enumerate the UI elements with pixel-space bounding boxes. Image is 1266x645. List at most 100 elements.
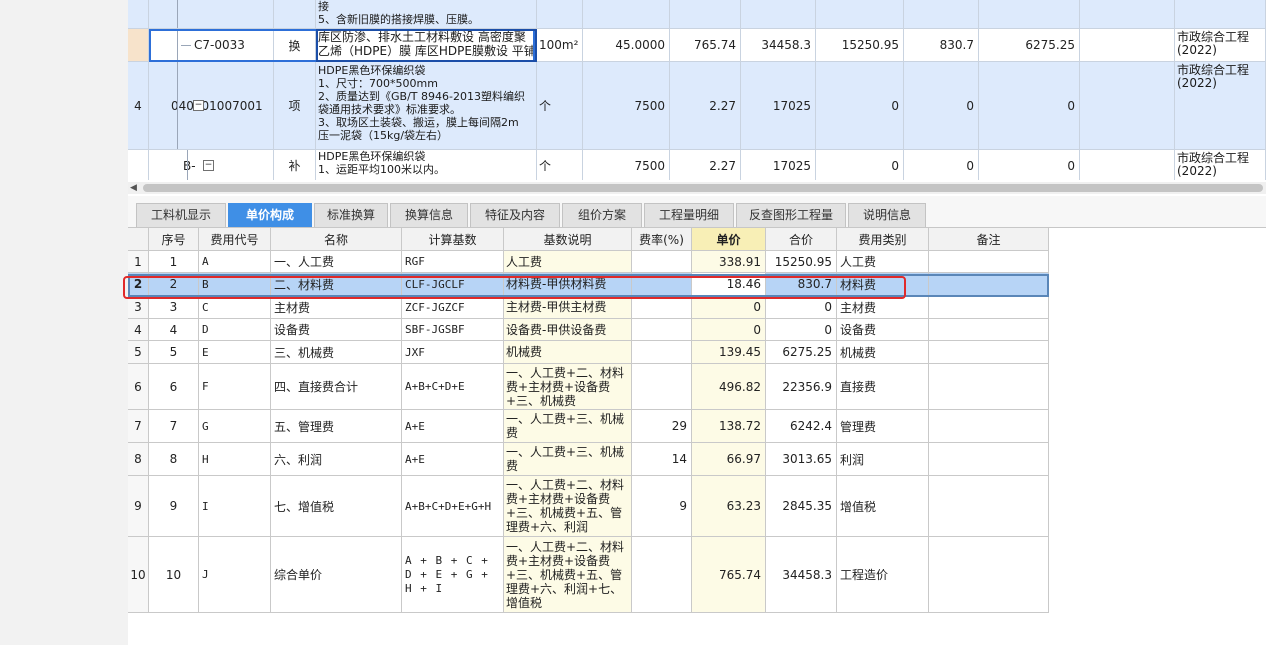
cell-seq[interactable]: 8 <box>149 443 199 476</box>
bill-cell-qty[interactable]: 45.0000 <box>583 29 670 62</box>
cell-total[interactable]: 22356.9 <box>766 364 837 410</box>
table-row[interactable]: 4 4 D 设备费 SBF-JGSBF 设备费-甲供设备费 0 0 设备费 <box>128 319 1049 341</box>
cell-note[interactable] <box>929 537 1049 613</box>
bill-cell-category[interactable]: 市政综合工程 (2022) <box>1175 62 1266 150</box>
bill-cell-f3[interactable]: 0 <box>979 150 1080 180</box>
table-row[interactable]: 5 5 E 三、机械费 JXF 机械费 139.45 6275.25 机械费 <box>128 341 1049 364</box>
column-header[interactable]: 费率(%) <box>632 228 692 251</box>
bill-cell-price[interactable]: 2.27 <box>670 150 741 180</box>
cell-rate[interactable] <box>632 364 692 410</box>
cell-rate[interactable] <box>632 319 692 341</box>
cell-base[interactable]: A+E <box>402 410 504 443</box>
cell-seq[interactable]: 10 <box>149 537 199 613</box>
cell-note[interactable] <box>929 341 1049 364</box>
bill-cell-f1[interactable]: 0 <box>816 150 904 180</box>
bill-cell-price[interactable] <box>670 0 741 29</box>
cell-category[interactable]: 主材费 <box>837 296 929 319</box>
bill-cell-unit[interactable]: 个 <box>537 150 583 180</box>
bill-item-row[interactable]: 4 040701007001− 项 HDPE黑色环保编织袋 1、尺寸：700*500mm… <box>128 62 1266 150</box>
cell-name[interactable]: 五、管理费 <box>271 410 402 443</box>
cell-category[interactable]: 直接费 <box>837 364 929 410</box>
cell-base[interactable]: A + B + C + D + E + G + H + I <box>402 537 504 613</box>
table-row[interactable]: 3 3 C 主材费 ZCF-JGZCF 主材费-甲供主材费 0 0 主材费 <box>128 296 1049 319</box>
bill-cell-unit[interactable]: 100m² <box>537 29 583 62</box>
bill-cell-f1[interactable]: 15250.95 <box>816 29 904 62</box>
bill-cell-total[interactable]: 17025 <box>741 150 816 180</box>
cell-price[interactable]: 765.74 <box>692 537 766 613</box>
cell-name[interactable]: 主材费 <box>271 296 402 319</box>
cell-total[interactable]: 0 <box>766 296 837 319</box>
bill-cell-code[interactable]: 040701007001− <box>149 62 274 150</box>
cell-name[interactable]: 二、材料费 <box>271 273 402 296</box>
cell-base-desc[interactable]: 一、人工费+二、材料费+主材费+设备费+三、机械费+五、管理费+六、利润+七、增… <box>504 537 632 613</box>
cell-base-desc[interactable]: 一、人工费+二、材料费+主材费+设备费+三、机械费+五、管理费+六、利润 <box>504 476 632 537</box>
bill-item-row[interactable]: B- − 补 HDPE黑色环保编织袋 1、运距平均100米以内。个 7500 2.27 170… <box>128 150 1266 180</box>
cell-price[interactable]: 0 <box>692 319 766 341</box>
bill-cell-code[interactable]: B- − <box>149 150 274 180</box>
cell-code[interactable]: G <box>199 410 271 443</box>
cell-category[interactable]: 材料费 <box>837 273 929 296</box>
cell-category[interactable]: 设备费 <box>837 319 929 341</box>
table-row[interactable]: 9 9 I 七、增值税 A+B+C+D+E+G+H 一、人工费+二、材料费+主材费+设备费… <box>128 476 1049 537</box>
cell-code[interactable]: B <box>199 273 271 296</box>
bill-cell-row-no[interactable] <box>128 0 149 29</box>
horizontal-scrollbar[interactable]: ◀ <box>128 182 1266 194</box>
cell-name[interactable]: 设备费 <box>271 319 402 341</box>
cell-rate[interactable] <box>632 251 692 273</box>
cell-base-desc[interactable]: 机械费 <box>504 341 632 364</box>
bill-cell-category[interactable] <box>1175 0 1266 29</box>
collapse-toggle-icon[interactable]: − <box>193 100 204 111</box>
tab-1[interactable]: 单价构成 <box>228 203 312 227</box>
cell-total[interactable]: 15250.95 <box>766 251 837 273</box>
column-header[interactable]: 费用类别 <box>837 228 929 251</box>
cell-price[interactable]: 18.46 <box>692 273 766 296</box>
cell-base-desc[interactable]: 一、人工费+三、机械费 <box>504 410 632 443</box>
cell-base-desc[interactable]: 主材费-甲供主材费 <box>504 296 632 319</box>
bill-cell-price[interactable]: 765.74 <box>670 29 741 62</box>
cell-category[interactable]: 工程造价 <box>837 537 929 613</box>
cell-code[interactable]: E <box>199 341 271 364</box>
cell-name[interactable]: 一、人工费 <box>271 251 402 273</box>
bill-cell-desc[interactable]: HDPE黑色环保编织袋 1、尺寸：700*500mm 2、质量达到《GB/T 894… <box>316 62 537 150</box>
bill-cell-f3[interactable]: 6275.25 <box>979 29 1080 62</box>
cell-total[interactable]: 3013.65 <box>766 443 837 476</box>
bill-cell-row-no[interactable] <box>128 29 149 62</box>
bill-cell-blank[interactable] <box>1080 29 1175 62</box>
column-header[interactable]: 序号 <box>149 228 199 251</box>
tab-0[interactable]: 工料机显示 <box>136 203 226 227</box>
cell-rate[interactable] <box>632 537 692 613</box>
bill-cell-type[interactable]: 换 <box>274 29 316 62</box>
cell-base[interactable]: CLF-JGCLF <box>402 273 504 296</box>
cell-rate[interactable]: 9 <box>632 476 692 537</box>
bill-cell-desc[interactable]: 接 5、含新旧膜的搭接焊膜、压膜。 <box>316 0 537 29</box>
bill-cell-row-no[interactable]: 4 <box>128 62 149 150</box>
column-header[interactable]: 计算基数 <box>402 228 504 251</box>
cell-row-no[interactable]: 4 <box>128 319 149 341</box>
cell-name[interactable]: 六、利润 <box>271 443 402 476</box>
bill-cell-blank[interactable] <box>1080 150 1175 180</box>
table-row[interactable]: 8 8 H 六、利润 A+E 一、人工费+三、机械费 14 66.97 3013.65 利润 <box>128 443 1049 476</box>
cell-row-no[interactable]: 2 <box>128 273 149 296</box>
cell-note[interactable] <box>929 273 1049 296</box>
bill-cell-f1[interactable] <box>816 0 904 29</box>
bill-cell-row-no[interactable] <box>128 150 149 180</box>
cell-row-no[interactable]: 1 <box>128 251 149 273</box>
cell-note[interactable] <box>929 251 1049 273</box>
cell-row-no[interactable]: 3 <box>128 296 149 319</box>
table-row[interactable]: 7 7 G 五、管理费 A+E 一、人工费+三、机械费 29 138.72 6242.4 管理费 <box>128 410 1049 443</box>
scrollbar-thumb[interactable] <box>143 184 1263 192</box>
cell-name[interactable]: 四、直接费合计 <box>271 364 402 410</box>
bill-cell-code[interactable] <box>149 0 274 29</box>
bill-cell-f3[interactable]: 0 <box>979 62 1080 150</box>
bill-cell-category[interactable]: 市政综合工程 (2022) <box>1175 29 1266 62</box>
tab-2[interactable]: 标准换算 <box>314 203 388 227</box>
cell-base[interactable]: JXF <box>402 341 504 364</box>
tab-6[interactable]: 工程量明细 <box>644 203 734 227</box>
cell-code[interactable]: I <box>199 476 271 537</box>
cell-note[interactable] <box>929 443 1049 476</box>
bill-cell-type[interactable] <box>274 0 316 29</box>
column-header[interactable]: 名称 <box>271 228 402 251</box>
bill-item-row[interactable]: 接 5、含新旧膜的搭接焊膜、压膜。 <box>128 0 1266 29</box>
cell-note[interactable] <box>929 319 1049 341</box>
cell-code[interactable]: D <box>199 319 271 341</box>
